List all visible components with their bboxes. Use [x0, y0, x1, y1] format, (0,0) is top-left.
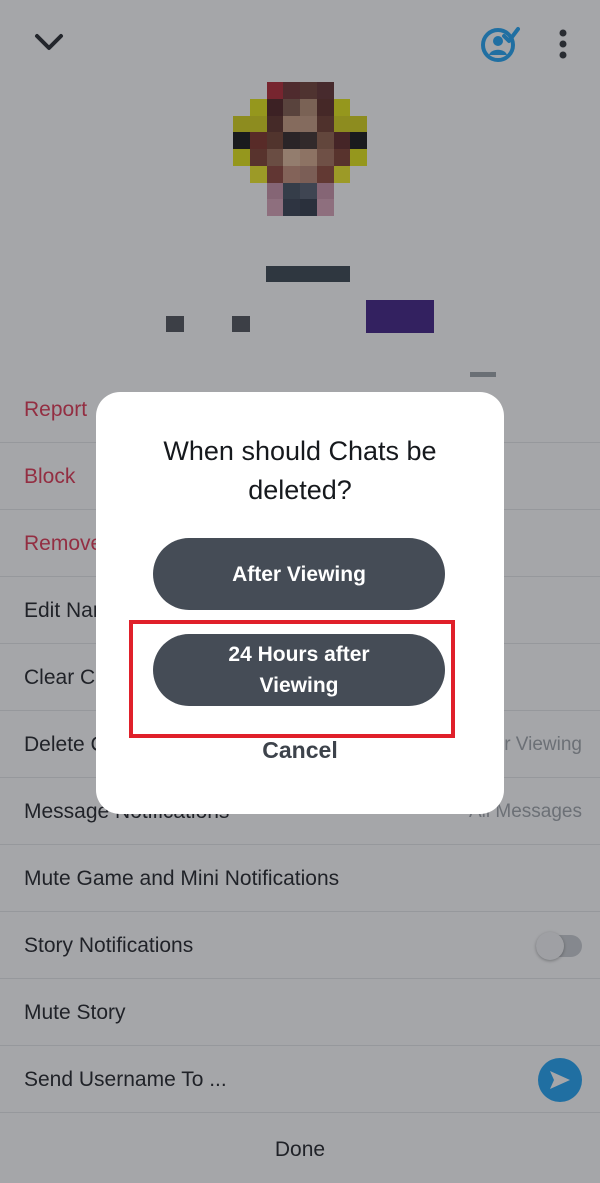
dialog-title: When should Chats be deleted?	[163, 436, 437, 505]
cancel-button[interactable]: Cancel	[96, 737, 504, 764]
after-viewing-button[interactable]: After Viewing	[153, 538, 445, 610]
delete-chats-dialog: When should Chats be deleted? After View…	[96, 392, 504, 814]
highlight-box	[129, 620, 455, 738]
